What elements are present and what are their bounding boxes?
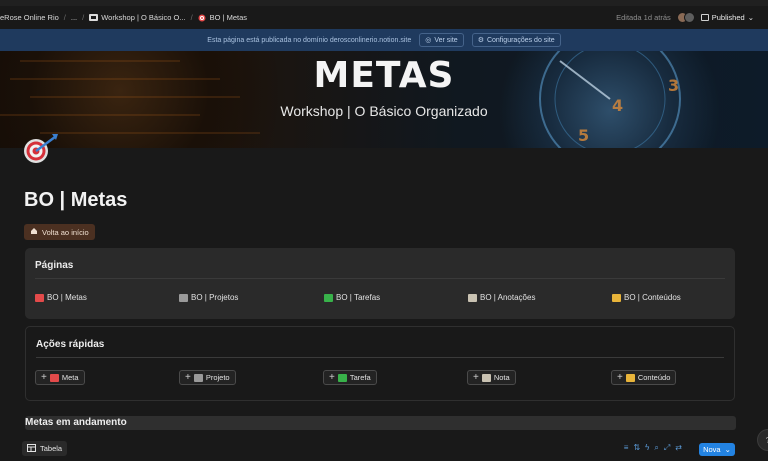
home-button-label: Volta ao início — [42, 227, 89, 237]
folder-icon — [612, 293, 621, 302]
database-tools: ≡ ⇅ ϟ ⌕ ⤢ ⇄ — [624, 443, 682, 453]
folder-icon — [625, 373, 635, 382]
chevron-down-icon: ⌄ — [724, 445, 731, 454]
page-link-label: BO | Conteúdos — [624, 293, 681, 302]
expand-icon[interactable]: ⤢ — [664, 443, 670, 453]
cover-image: 453 METAS Workshop | O Básico Organizado — [0, 51, 768, 148]
svg-text:5: 5 — [578, 126, 589, 145]
gear-icon: ⚙ — [477, 37, 484, 44]
quick-actions-title: Ações rápidas — [36, 339, 105, 350]
action-label: Tarefa — [349, 373, 371, 382]
home-button[interactable]: Volta ao início — [24, 224, 95, 240]
site-settings-label: Configurações do site — [486, 36, 555, 44]
filter-icon[interactable]: ≡ — [624, 443, 629, 453]
action-label: Nota — [493, 373, 510, 382]
house-icon — [30, 227, 38, 237]
divider — [35, 278, 725, 279]
globe-icon: ◎ — [425, 37, 432, 44]
published-banner: Esta página está publicada no domínio de… — [0, 29, 768, 51]
page-link-metas[interactable]: BO | Metas — [35, 293, 87, 302]
settings-icon[interactable]: ⇄ — [675, 443, 682, 453]
new-button-label: Nova — [703, 445, 721, 454]
topbar-actions: Editada 1d atrás Published ⌄ — [616, 6, 754, 29]
add-projeto-button[interactable]: + Projeto — [179, 370, 236, 385]
cover-subtitle: Workshop | O Básico Organizado — [280, 103, 488, 119]
avatar — [683, 12, 695, 23]
sort-icon[interactable]: ⇅ — [633, 443, 640, 453]
add-tarefa-button[interactable]: + Tarefa — [323, 370, 377, 385]
site-settings-button[interactable]: ⚙ Configurações do site — [471, 33, 561, 47]
checkmark-icon — [337, 373, 347, 382]
pages-card: Páginas BO | Metas BO | Projetos BO | Ta… — [25, 248, 735, 319]
plus-icon: + — [329, 371, 335, 383]
breadcrumb-separator: / — [190, 13, 193, 22]
truck-icon — [179, 293, 188, 302]
page-link-tarefas[interactable]: BO | Tarefas — [324, 293, 380, 302]
add-conteudo-button[interactable]: + Conteúdo — [611, 370, 677, 385]
target-icon — [35, 293, 44, 302]
breadcrumb: eRose Online Rio / ... / Workshop | O Bá… — [0, 13, 247, 22]
table-icon — [27, 443, 36, 454]
notion-topbar: eRose Online Rio / ... / Workshop | O Bá… — [0, 6, 768, 29]
quick-actions-card: Ações rápidas + Meta + Projeto + Tarefa … — [25, 326, 735, 401]
plus-icon: + — [617, 371, 623, 383]
view-site-button[interactable]: ◎ Ver site — [419, 33, 464, 47]
action-label: Meta — [61, 373, 79, 382]
target-icon — [49, 373, 59, 382]
view-site-label: Ver site — [434, 36, 458, 44]
banner-text: Esta página está publicada no domínio de… — [207, 36, 412, 44]
page-link-projetos[interactable]: BO | Projetos — [179, 293, 238, 302]
plus-icon: + — [473, 371, 479, 383]
published-button[interactable]: Published ⌄ — [700, 13, 754, 22]
globe-icon — [700, 14, 709, 21]
pages-card-title: Páginas — [35, 260, 74, 271]
view-tab-label: Tabela — [40, 444, 63, 453]
chevron-down-icon: ⌄ — [747, 13, 754, 22]
plus-icon: + — [185, 371, 191, 383]
notepad-icon — [468, 293, 477, 302]
breadcrumb-ellipsis[interactable]: ... — [71, 13, 77, 22]
page-link-conteudos[interactable]: BO | Conteúdos — [612, 293, 681, 302]
target-icon — [198, 14, 207, 22]
workshop-page-icon — [89, 14, 99, 21]
page-link-label: BO | Tarefas — [336, 293, 381, 302]
search-icon[interactable]: ⌕ — [654, 443, 658, 453]
action-label: Conteúdo — [637, 373, 671, 382]
breadcrumb-parent[interactable]: Workshop | O Básico O... — [101, 13, 185, 22]
new-entry-button[interactable]: Nova ⌄ — [699, 443, 735, 456]
plus-icon: + — [41, 371, 47, 383]
page-link-anotacoes[interactable]: BO | Anotações — [468, 293, 535, 302]
section-heading: Metas em andamento — [25, 416, 736, 430]
view-tab-table[interactable]: Tabela — [22, 441, 68, 456]
page-link-label: BO | Metas — [47, 293, 87, 302]
breadcrumb-current[interactable]: BO | Metas — [210, 13, 247, 22]
breadcrumb-workspace[interactable]: eRose Online Rio — [0, 13, 59, 22]
breadcrumb-separator: / — [82, 13, 85, 22]
page-link-label: BO | Anotações — [480, 293, 536, 302]
add-nota-button[interactable]: + Nota — [467, 370, 516, 385]
target-icon[interactable] — [22, 132, 60, 166]
edited-timestamp: Editada 1d atrás — [616, 13, 671, 22]
cover-title: METAS — [313, 55, 455, 96]
page-link-label: BO | Projetos — [191, 293, 239, 302]
checkmark-icon — [324, 293, 333, 302]
help-button[interactable]: ? — [757, 429, 768, 451]
notepad-icon — [481, 373, 491, 382]
automation-icon[interactable]: ϟ — [645, 443, 649, 453]
published-label: Published — [711, 13, 745, 22]
action-label: Projeto — [205, 373, 230, 382]
avatar-group[interactable] — [676, 12, 695, 23]
divider — [36, 357, 724, 358]
page-title: BO | Metas — [24, 189, 128, 211]
add-meta-button[interactable]: + Meta — [35, 370, 85, 385]
breadcrumb-separator: / — [63, 13, 66, 22]
truck-icon — [193, 373, 203, 382]
